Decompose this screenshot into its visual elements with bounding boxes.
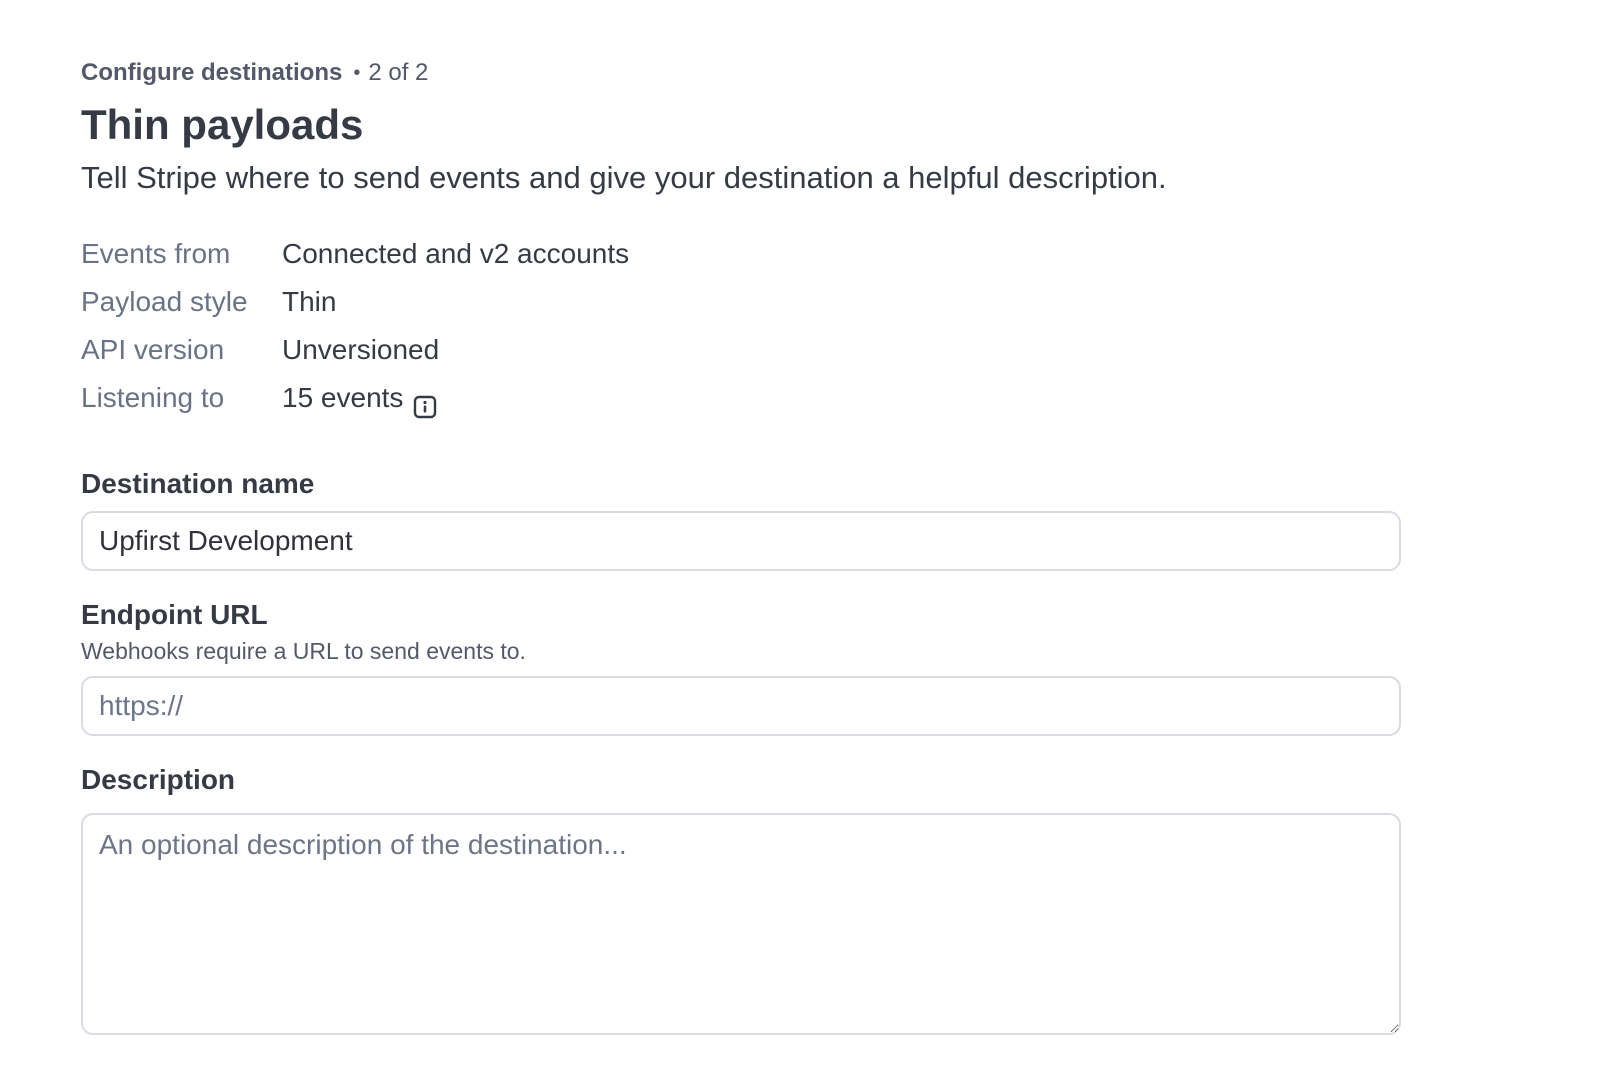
payload-style-value: Thin [282, 286, 337, 317]
description-textarea[interactable] [81, 813, 1401, 1035]
step-title: Configure destinations [81, 59, 343, 86]
detail-value-events-from: Connected and v2 accounts [282, 230, 1401, 278]
detail-value-payload-style: Thin [282, 278, 1401, 326]
endpoint-url-help: Webhooks require a URL to send events to… [81, 638, 526, 664]
destination-name-field: Destination name [81, 466, 1401, 571]
detail-label-events-from: Events from [81, 238, 231, 269]
events-from-value: Connected and v2 accounts [282, 238, 630, 269]
detail-label-payload-style: Payload style [81, 286, 248, 317]
destination-name-label: Destination name [81, 468, 315, 499]
info-icon[interactable] [413, 386, 437, 419]
destination-name-input[interactable] [81, 511, 1401, 571]
detail-label-api-version: API version [81, 334, 225, 365]
step-progress: 2 of 2 [368, 59, 429, 86]
endpoint-url-label: Endpoint URL [81, 599, 268, 630]
page-subtitle: Tell Stripe where to send events and giv… [81, 160, 1167, 195]
api-version-value: Unversioned [282, 334, 440, 365]
detail-value-api-version: Unversioned [282, 326, 1401, 374]
step-separator: • [353, 62, 361, 84]
step-indicator: Configure destinations • 2 of 2 [81, 56, 1401, 90]
page-title: Thin payloads [81, 101, 364, 148]
detail-label-listening-to: Listening to [81, 382, 225, 413]
description-label: Description [81, 764, 236, 795]
detail-value-listening-to: 15 events [282, 374, 1401, 422]
destination-details: Events from Connected and v2 accounts Pa… [81, 230, 1401, 422]
listening-to-value: 15 events [282, 382, 404, 413]
endpoint-url-field: Endpoint URL Webhooks require a URL to s… [81, 597, 1401, 736]
description-field: Description [81, 762, 1401, 1035]
endpoint-url-input[interactable] [81, 676, 1401, 736]
configure-destination-page: Configure destinations • 2 of 2 Thin pay… [81, 56, 1401, 1035]
